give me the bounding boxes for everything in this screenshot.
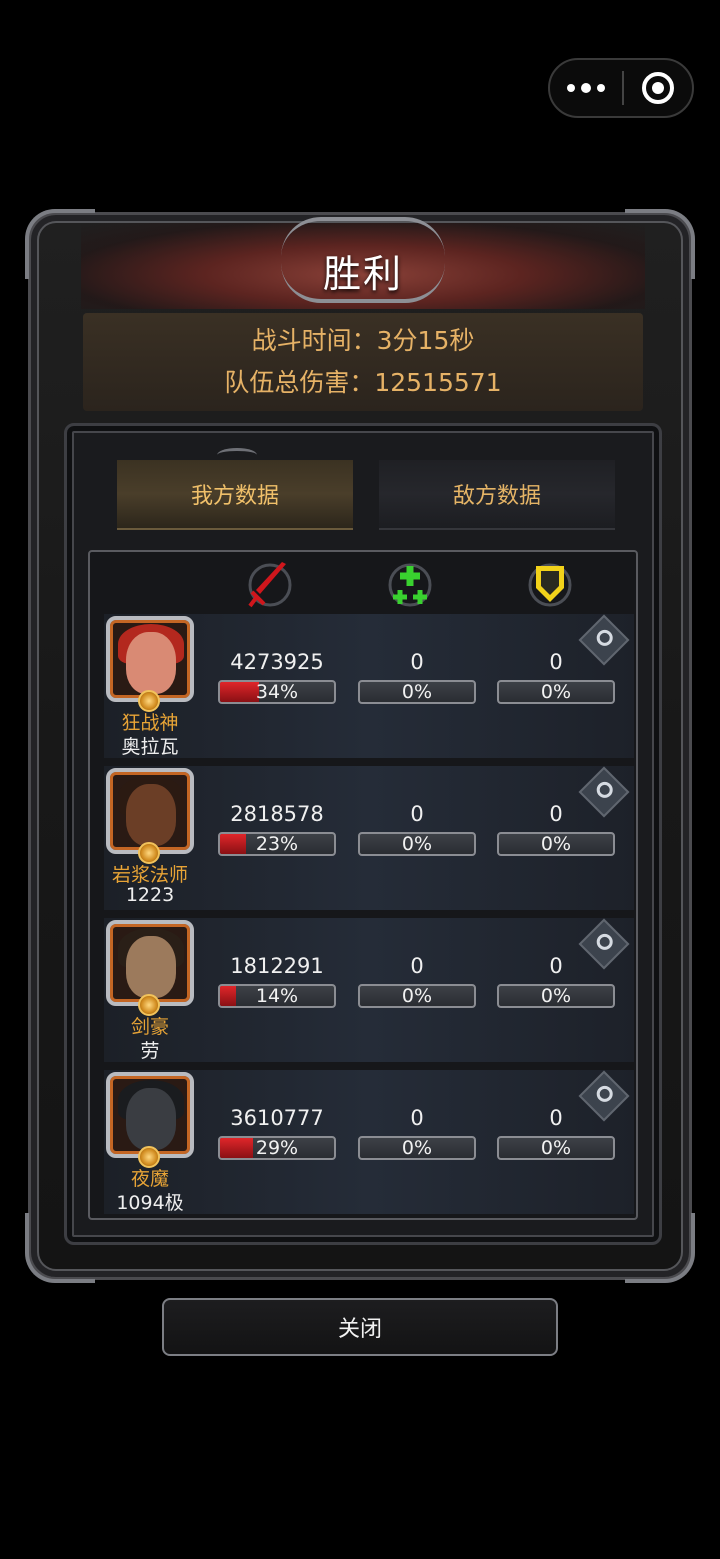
bar-percent: 0%: [401, 1137, 433, 1159]
bar-percent: 0%: [401, 833, 433, 855]
tank-bar: 0%: [497, 1136, 615, 1160]
dialog-title: 胜利: [322, 252, 403, 296]
tank-bar: 0%: [497, 984, 615, 1008]
miniprogram-capsule: [548, 58, 694, 118]
bar-percent: 29%: [255, 1137, 299, 1159]
hero-row: 岩浆法师 1223 2818578 23% 0 0% 0 0%: [104, 766, 634, 910]
hero-class: 夜魔: [130, 1168, 169, 1190]
hero-row: 夜魔 1094极 3610777 29% 0 0% 0 0%: [104, 1070, 634, 1214]
bar-percent: 0%: [540, 681, 572, 703]
close-button-label: 关闭: [337, 1317, 382, 1342]
tank-bar: 0%: [497, 832, 615, 856]
heal-value: 0: [410, 954, 424, 978]
bar-percent: 14%: [255, 985, 299, 1007]
bar-percent: 0%: [540, 1137, 572, 1159]
tab-label: 我方数据: [190, 484, 279, 509]
stats-panel: 我方数据 敌方数据 狂战神 奥拉瓦 4273925 34% 0 0% 0 0% …: [64, 423, 662, 1245]
tab-our-data[interactable]: 我方数据: [117, 460, 353, 530]
magnifier-icon: [596, 933, 613, 950]
magnifier-icon: [596, 1085, 613, 1102]
total-damage: 队伍总伤害：12515571: [224, 368, 502, 397]
hero-class: 狂战神: [121, 712, 179, 734]
tab-enemy-data[interactable]: 敌方数据: [379, 460, 615, 530]
heal-value: 0: [410, 650, 424, 674]
target-circle-icon: [642, 72, 674, 104]
heal-bar: 0%: [358, 1136, 476, 1160]
damage-value: 2818578: [230, 802, 324, 826]
portrait-face: [126, 936, 176, 998]
portrait-face: [126, 1088, 176, 1150]
damage-bar: 34%: [218, 680, 336, 704]
hero-name: 劳: [140, 1040, 160, 1062]
hero-name: 1223: [125, 884, 175, 906]
heal-bar: 0%: [358, 984, 476, 1008]
hero-class: 剑豪: [130, 1016, 169, 1038]
damage-bar: 14%: [218, 984, 336, 1008]
bar-percent: 0%: [540, 985, 572, 1007]
bar-percent: 0%: [401, 681, 433, 703]
hero-name: 1094极: [116, 1192, 184, 1214]
portrait-face: [126, 632, 176, 694]
damage-bar: 29%: [218, 1136, 336, 1160]
hero-row: 剑豪 劳 1812291 14% 0 0% 0 0%: [104, 918, 634, 1062]
more-dots-icon[interactable]: [550, 60, 622, 116]
hero-class: 岩浆法师: [111, 864, 188, 886]
magnifier-icon: [596, 629, 613, 646]
damage-bar: 23%: [218, 832, 336, 856]
battle-summary: 战斗时间：3分15秒 队伍总伤害：12515571: [83, 313, 643, 411]
hero-name: 奥拉瓦: [121, 736, 179, 758]
damage-value: 1812291: [230, 954, 324, 978]
damage-value: 4273925: [230, 650, 324, 674]
tab-ornament: [217, 448, 257, 462]
heal-bar: 0%: [358, 832, 476, 856]
bar-percent: 0%: [540, 833, 572, 855]
heal-plus-icon: [388, 563, 432, 607]
bar-percent: 34%: [255, 681, 299, 703]
close-button[interactable]: 关闭: [162, 1298, 558, 1356]
victory-dialog: 胜利 战斗时间：3分15秒 队伍总伤害：12515571 我方数据 敌方数据 狂…: [25, 209, 695, 1283]
sword-icon: [248, 562, 292, 608]
battle-time: 战斗时间：3分15秒: [251, 326, 475, 355]
hero-row: 狂战神 奥拉瓦 4273925 34% 0 0% 0 0%: [104, 614, 634, 758]
heal-value: 0: [410, 802, 424, 826]
heal-bar: 0%: [358, 680, 476, 704]
shield-icon: [528, 563, 572, 607]
heal-value: 0: [410, 1106, 424, 1130]
exit-button[interactable]: [624, 60, 692, 116]
hero-stats-table: 狂战神 奥拉瓦 4273925 34% 0 0% 0 0% 岩浆法师 1223 …: [88, 550, 638, 1220]
tab-label: 敌方数据: [452, 484, 541, 509]
portrait-face: [126, 784, 176, 846]
bar-percent: 23%: [255, 833, 299, 855]
tank-bar: 0%: [497, 680, 615, 704]
magnifier-icon: [596, 781, 613, 798]
bar-percent: 0%: [401, 985, 433, 1007]
damage-value: 3610777: [230, 1106, 324, 1130]
